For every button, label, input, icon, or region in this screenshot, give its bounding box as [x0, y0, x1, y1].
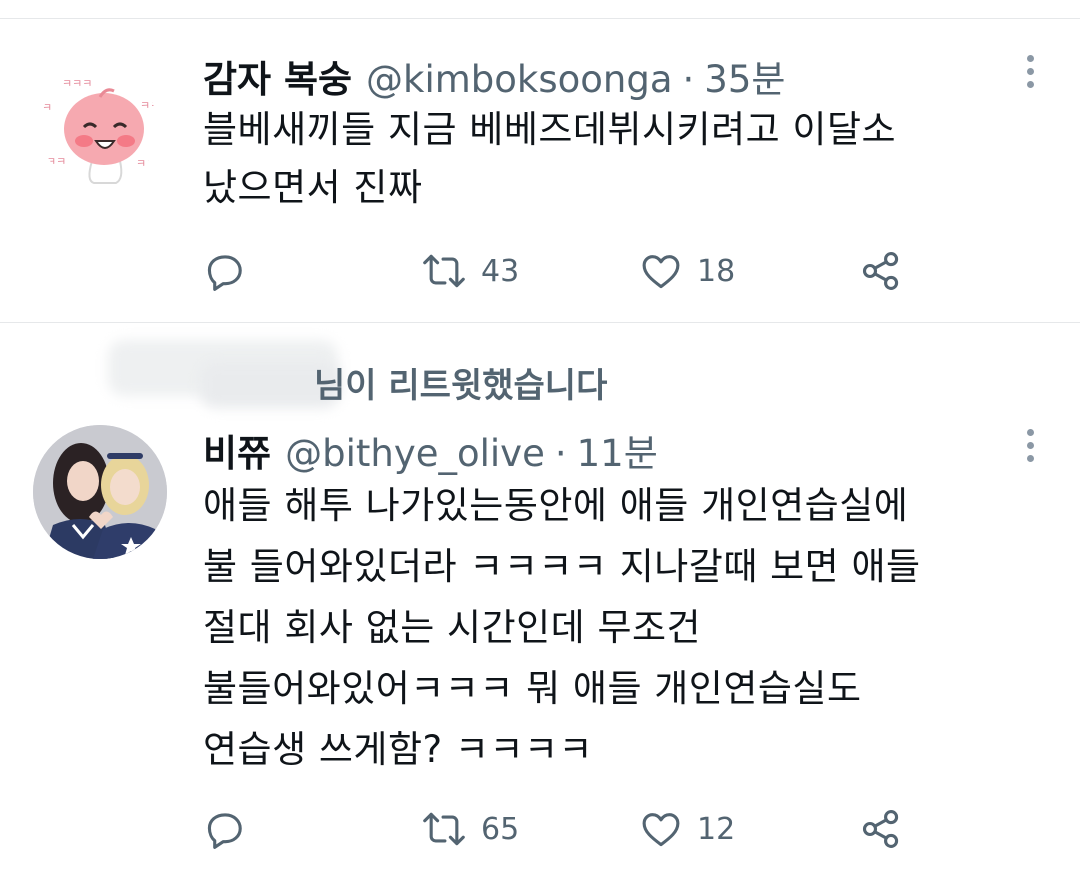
like-count: 18 [697, 253, 736, 289]
more-options-icon[interactable] [1025, 55, 1035, 88]
tweet-time[interactable]: 35분 [704, 49, 785, 103]
like-button[interactable]: 18 [639, 249, 735, 293]
like-icon [642, 813, 680, 847]
svg-text:ㅋㅋㅋ: ㅋㅋㅋ [62, 77, 92, 90]
share-button[interactable] [859, 249, 903, 293]
peach-character-avatar-icon: ㅋㅋㅋ ㅋ ㅋㅋ ㅋㅋ ㅋㅋ [42, 77, 158, 184]
author-handle[interactable]: @bithye_olive [285, 432, 545, 475]
timeline-feed: ㅋㅋㅋ ㅋ ㅋㅋ ㅋㅋ ㅋㅋ 감자 복숭 @kimboksoonga · 35분 [0, 0, 1080, 870]
more-options-icon[interactable] [1025, 429, 1035, 462]
retweet-button[interactable]: 65 [421, 807, 519, 851]
tweet-card[interactable]: ㅋㅋㅋ ㅋ ㅋㅋ ㅋㅋ ㅋㅋ 감자 복숭 @kimboksoonga · 35분 [0, 19, 1080, 322]
svg-text:ㅋㅋ: ㅋㅋ [136, 157, 156, 170]
reply-button[interactable] [203, 249, 247, 293]
avatar[interactable]: ㅋㅋㅋ ㅋ ㅋㅋ ㅋㅋ ㅋㅋ [40, 69, 158, 187]
retweet-count: 65 [481, 811, 520, 847]
separator: · [554, 432, 567, 475]
tweet-actions: 65 12 [203, 807, 943, 851]
tweet-card[interactable]: 비쮸 @bithye_olive · 11분 애들 해투 나가있는동안에 애들 … [0, 323, 1080, 870]
share-icon [862, 252, 899, 290]
retweet-icon [423, 812, 465, 846]
avatar[interactable] [33, 425, 167, 559]
svg-text:ㅋ: ㅋ [42, 101, 52, 114]
reply-icon [207, 255, 242, 291]
like-button[interactable]: 12 [639, 807, 735, 851]
reply-button[interactable] [203, 807, 247, 851]
retweet-icon [423, 254, 465, 288]
reply-icon [207, 813, 242, 849]
svg-text:ㅋㅋ: ㅋㅋ [140, 99, 158, 112]
tweet-header: 감자 복숭 @kimboksoonga · 35분 [203, 49, 785, 103]
share-icon [862, 810, 899, 848]
tweet-time[interactable]: 11분 [577, 423, 658, 477]
share-button[interactable] [859, 807, 903, 851]
tweet-text: 애들 해투 나가있는동안에 애들 개인연습실에 불 들어와있더라 ㅋㅋㅋㅋ 지나… [203, 484, 921, 771]
like-count: 12 [697, 811, 736, 847]
separator: · [682, 58, 695, 101]
like-icon [642, 255, 680, 289]
tweet-actions: 43 18 [203, 249, 943, 293]
svg-text:ㅋㅋ: ㅋㅋ [46, 155, 66, 168]
retweet-button[interactable]: 43 [421, 249, 519, 293]
tweet-text: 블베새끼들 지금 베베즈데뷔시키려고 이달소 났으면서 진짜 [203, 108, 897, 209]
author-name[interactable]: 감자 복숭 [203, 49, 352, 103]
two-girls-photo-avatar-icon [33, 425, 167, 559]
author-handle[interactable]: @kimboksoonga [366, 58, 672, 101]
retweet-count: 43 [481, 253, 520, 289]
author-name[interactable]: 비쮸 [203, 423, 271, 477]
tweet-header: 비쮸 @bithye_olive · 11분 [203, 423, 658, 477]
